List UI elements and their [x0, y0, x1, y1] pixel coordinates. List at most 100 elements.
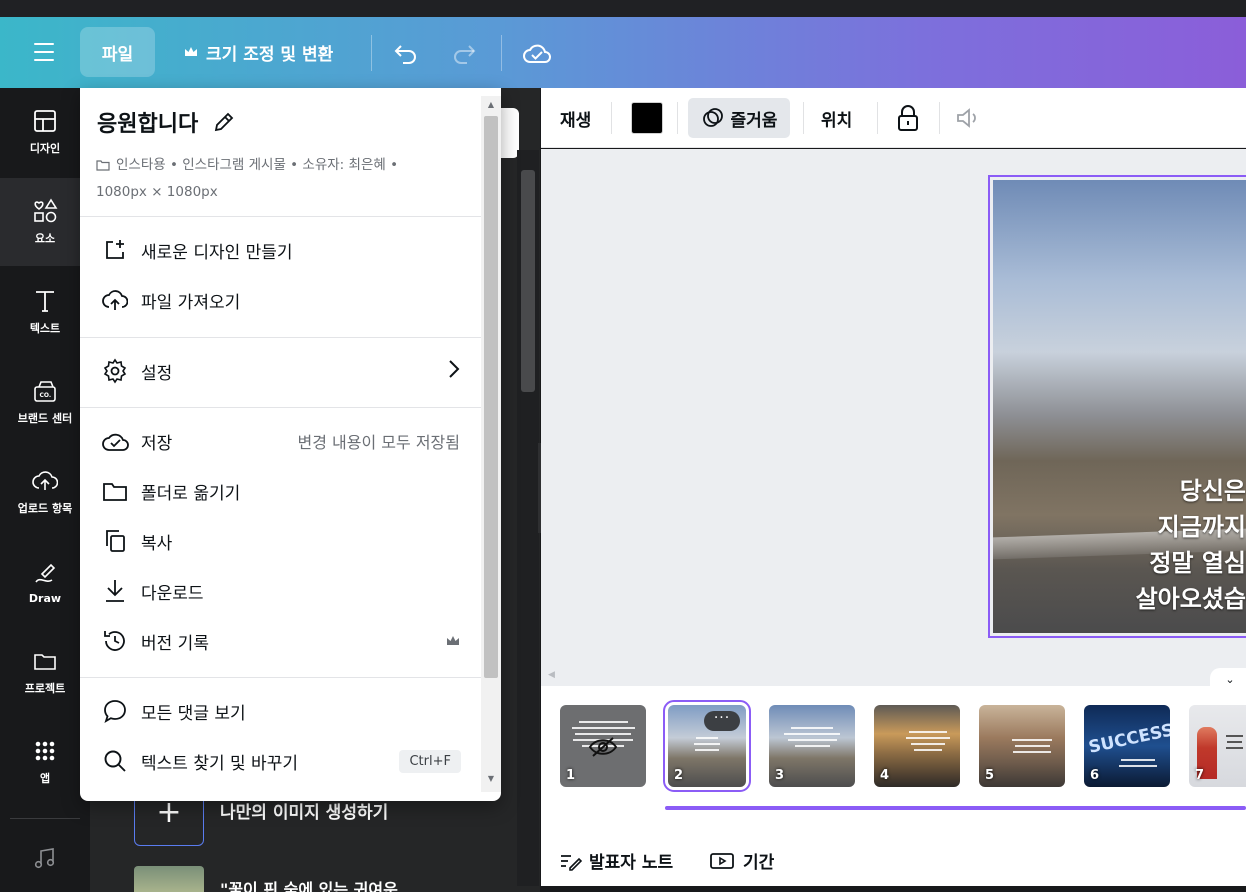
meta-line: 인스타용 • 인스타그램 게시물 • 소유자: 최은혜 • — [116, 157, 399, 173]
generated-item-label[interactable]: "꽃이 핀 숲에 있는 귀여운 — [220, 876, 398, 892]
rail-item-apps[interactable]: 앱 — [0, 718, 90, 806]
meta-dimensions: 1080px × 1080px — [96, 184, 218, 200]
menu-item-label: 다운로드 — [141, 583, 204, 604]
page-text-line: 정말 열심 — [1149, 549, 1246, 577]
volume-icon[interactable] — [955, 98, 983, 138]
rail-item-text[interactable]: 텍스트 — [0, 268, 90, 356]
toolbar-divider — [677, 102, 678, 134]
page-number: 7 — [1195, 768, 1205, 783]
cloud-saved-icon[interactable] — [519, 35, 555, 71]
menu-item-version-history[interactable]: 버전 기록 — [80, 618, 481, 664]
svg-text:CO.: CO. — [40, 392, 52, 399]
upload-icon — [32, 471, 58, 490]
page-thumbnail[interactable]: SUCCESS 6 — [1084, 705, 1170, 787]
scroll-down-arrow[interactable]: ▼ — [486, 774, 496, 783]
top-header: 파일 크기 조정 및 변환 — [0, 17, 1246, 88]
duration-label: 기간 — [743, 853, 775, 873]
page-number: 2 — [674, 768, 684, 783]
rail-label: 프로젝트 — [24, 682, 66, 695]
page-number: 1 — [566, 768, 576, 783]
generated-thumbnail[interactable] — [134, 866, 204, 892]
folder-icon — [34, 654, 56, 670]
save-status: 변경 내용이 모두 저장됨 — [297, 433, 460, 452]
design-page[interactable]: 당신은 지금까지 정말 열심 살아오셨습 — [988, 175, 1246, 638]
download-icon — [101, 577, 129, 605]
rail-item-uploads[interactable]: 업로드 항목 — [0, 448, 90, 536]
page-thumbnail[interactable]: 4 — [874, 705, 960, 787]
menu-item-save[interactable]: 저장 변경 내용이 모두 저장됨 — [80, 418, 481, 464]
draw-icon — [35, 563, 56, 583]
resize-button[interactable]: 크기 조정 및 변환 — [172, 27, 345, 77]
menu-divider — [80, 337, 481, 338]
rail-item-music[interactable] — [0, 823, 90, 892]
rail-label: 요소 — [34, 232, 56, 245]
pencil-icon[interactable] — [212, 110, 236, 134]
page-thumbnail[interactable]: 3 — [769, 705, 855, 787]
menu-item-label: 파일 가져오기 — [141, 292, 241, 313]
menu-item-label: 새로운 디자인 만들기 — [141, 242, 293, 263]
page-more-button[interactable]: ··· — [704, 711, 740, 731]
menu-icon[interactable] — [28, 39, 60, 65]
thumbnail-text-lines — [904, 727, 952, 755]
menu-item-label: 모든 댓글 보기 — [141, 703, 246, 724]
color-swatch-button[interactable] — [631, 102, 663, 134]
panel-scroll-thumb[interactable] — [521, 170, 535, 392]
rail-item-elements[interactable]: 요소 — [0, 178, 90, 266]
toolbar-divider — [371, 35, 372, 71]
animation-button[interactable]: 즐거움 — [688, 98, 790, 138]
rail-item-draw[interactable]: Draw — [0, 538, 90, 626]
crown-icon — [446, 632, 460, 651]
position-button[interactable]: 위치 — [821, 98, 852, 138]
rail-label: 브랜드 센터 — [17, 412, 73, 425]
page-thumbnail[interactable]: 1 — [560, 705, 646, 787]
new-design-icon — [101, 236, 129, 264]
page-thumbnail-selected[interactable]: ··· 2 — [663, 700, 751, 792]
scroll-left-arrow[interactable]: ◀ — [548, 670, 555, 680]
scroll-up-arrow[interactable]: ▲ — [486, 100, 496, 109]
menu-divider — [80, 216, 481, 217]
brand-icon: CO. — [34, 381, 56, 402]
toolbar-divider — [877, 102, 878, 134]
menu-item-copy[interactable]: 복사 — [80, 518, 481, 564]
notes-label: 발표자 노트 — [589, 853, 674, 873]
design-title-text: 응원합니다 — [97, 112, 199, 137]
timeline-progress-bar[interactable] — [665, 806, 1246, 810]
menu-scroll-thumb[interactable] — [484, 116, 498, 678]
file-menu-button[interactable]: 파일 — [80, 27, 155, 77]
chevron-down-icon[interactable]: ⌄ — [1210, 668, 1246, 690]
redo-icon[interactable] — [446, 35, 482, 71]
page-thumbnail[interactable]: 5 — [979, 705, 1065, 787]
toolbar-divider — [501, 35, 502, 71]
menu-item-move-folder[interactable]: 폴더로 옮기기 — [80, 468, 481, 514]
rail-item-projects[interactable]: 프로젝트 — [0, 628, 90, 716]
generate-image-label[interactable]: 나만의 이미지 생성하기 — [220, 798, 388, 823]
thumbnail-text-lines — [688, 733, 726, 755]
rail-divider — [10, 818, 80, 819]
rail-label: 업로드 항목 — [17, 502, 73, 515]
search-icon — [101, 747, 129, 775]
gear-icon — [101, 357, 129, 385]
menu-item-new-design[interactable]: 새로운 디자인 만들기 — [80, 227, 481, 273]
rail-item-brand[interactable]: CO. 브랜드 센터 — [0, 358, 90, 446]
page-text[interactable]: 당신은 지금까지 정말 열심 살아오셨습 — [1136, 473, 1246, 617]
page-thumbnail[interactable]: 7 — [1189, 705, 1246, 787]
menu-item-label: 폴더로 옮기기 — [141, 483, 241, 504]
menu-item-label: 저장 — [141, 433, 173, 454]
menu-item-download[interactable]: 다운로드 — [80, 568, 481, 614]
context-toolbar: 재생 즐거움 위치 — [541, 88, 1246, 148]
play-button[interactable]: 재생 — [560, 98, 591, 138]
rail-label: 디자인 — [29, 142, 61, 155]
menu-item-find-replace[interactable]: 텍스트 찾기 및 바꾸기 Ctrl+F — [80, 738, 481, 784]
design-title[interactable]: 응원합니다 — [97, 106, 236, 138]
presenter-notes-button[interactable]: 발표자 노트 — [559, 848, 673, 873]
undo-icon[interactable] — [388, 35, 424, 71]
lock-icon[interactable] — [896, 98, 920, 138]
thumbnail-text-lines — [777, 723, 847, 751]
menu-item-settings[interactable]: 설정 — [80, 348, 481, 394]
menu-item-view-comments[interactable]: 모든 댓글 보기 — [80, 688, 481, 734]
toolbar-divider — [803, 102, 804, 134]
menu-item-import-file[interactable]: 파일 가져오기 — [80, 277, 481, 323]
rail-item-design[interactable]: 디자인 — [0, 88, 90, 176]
apps-icon — [35, 741, 55, 761]
duration-button[interactable]: 기간 — [709, 848, 774, 873]
